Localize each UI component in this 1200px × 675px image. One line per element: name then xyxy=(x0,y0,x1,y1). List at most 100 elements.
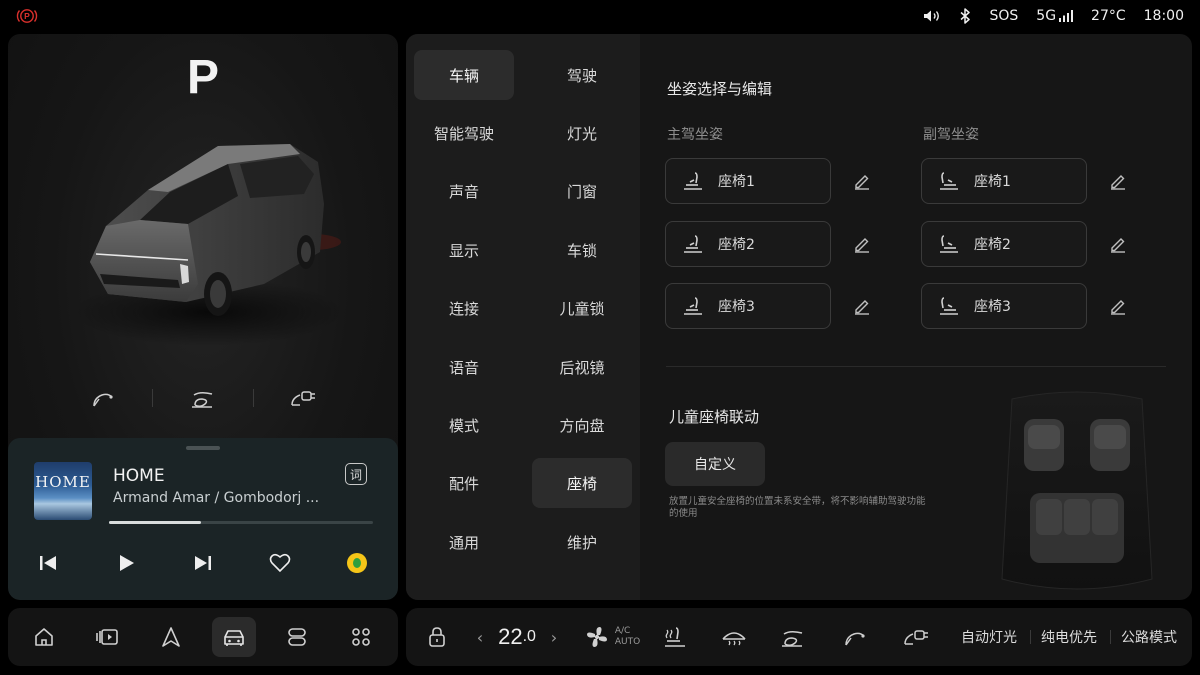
nav-item-accessories[interactable]: 配件 xyxy=(414,458,514,508)
media-icon[interactable] xyxy=(85,617,129,657)
nav-item-general[interactable]: 通用 xyxy=(414,517,514,567)
edit-icon[interactable] xyxy=(849,231,875,257)
child-seat-title: 儿童座椅联动 xyxy=(669,408,760,426)
signal-icon xyxy=(1059,10,1074,22)
clock: 18:00 xyxy=(1143,8,1184,24)
vehicle-panel: P HOME HOME Armand Amar / Gombodorj ... … xyxy=(8,34,398,600)
network-label: 5G xyxy=(1036,8,1057,24)
seat-icon xyxy=(682,234,708,254)
child-seat-hint: 放置儿童安全座椅的位置未系安全带，将不影响辅助驾驶功能的使用 xyxy=(669,496,926,519)
album-art[interactable]: HOME xyxy=(34,462,92,520)
separator xyxy=(152,389,154,407)
settings-panel: 车辆 智能驾驶 声音 显示 连接 语音 模式 配件 通用 驾驶 灯光 门窗 车锁… xyxy=(406,34,1192,600)
nav-item-lights[interactable]: 灯光 xyxy=(532,108,632,158)
lock-icon[interactable] xyxy=(424,620,450,654)
home-icon[interactable] xyxy=(22,617,66,657)
seat-label: 座椅1 xyxy=(974,174,1011,190)
nav-item-maintenance[interactable]: 维护 xyxy=(532,517,632,567)
passenger-seat-1-button[interactable]: 座椅1 xyxy=(921,158,1087,204)
separator xyxy=(1030,630,1031,644)
driver-seat-1-button[interactable]: 座椅1 xyxy=(665,158,831,204)
seat-heating-icon[interactable] xyxy=(658,620,692,654)
cabin-seats-image xyxy=(1001,391,1153,590)
fuel-door-icon[interactable] xyxy=(838,620,872,654)
seat-settings-content: 坐姿选择与编辑 主驾坐姿 副驾坐姿 座椅1 座椅2 座椅3 座椅1 座椅2 座椅… xyxy=(640,34,1192,600)
nav-item-sound[interactable]: 声音 xyxy=(414,166,514,216)
edit-icon[interactable] xyxy=(849,168,875,194)
track-title: HOME xyxy=(113,466,165,486)
gear-indicator: P xyxy=(186,51,219,104)
edit-icon[interactable] xyxy=(849,293,875,319)
previous-icon[interactable] xyxy=(31,546,65,580)
road-mode-button[interactable]: 公路模式 xyxy=(1116,620,1182,654)
power-socket-icon[interactable] xyxy=(899,620,933,654)
power-socket-icon[interactable] xyxy=(283,381,323,415)
car-icon[interactable] xyxy=(212,617,256,657)
next-icon[interactable] xyxy=(186,546,220,580)
nav-item-locks[interactable]: 车锁 xyxy=(532,225,632,275)
nav-item-steering-wheel[interactable]: 方向盘 xyxy=(532,400,632,450)
play-icon[interactable] xyxy=(109,546,143,580)
temperature-display[interactable]: 22.0 xyxy=(492,620,542,654)
bluetooth-icon[interactable] xyxy=(959,8,971,24)
seat-icon xyxy=(938,234,964,254)
separator xyxy=(1110,630,1111,644)
svg-text:P: P xyxy=(24,11,30,21)
park-brake-icon: P xyxy=(16,9,38,23)
seat-icon xyxy=(938,296,964,316)
edit-icon[interactable] xyxy=(1105,231,1131,257)
temp-increase-button[interactable]: › xyxy=(546,620,562,654)
progress-bar[interactable] xyxy=(109,521,373,524)
seat-label: 座椅1 xyxy=(718,174,755,190)
progress-fill xyxy=(109,521,202,524)
network-status: 5G xyxy=(1036,8,1074,24)
nav-item-display[interactable]: 显示 xyxy=(414,225,514,275)
fuel-door-icon[interactable] xyxy=(83,381,123,415)
pure-electric-button[interactable]: 纯电优先 xyxy=(1036,620,1102,654)
defrost-icon[interactable] xyxy=(717,620,751,654)
nav-item-smart-driving[interactable]: 智能驾驶 xyxy=(414,108,514,158)
edit-icon[interactable] xyxy=(1105,168,1131,194)
customize-button[interactable]: 自定义 xyxy=(665,442,765,486)
passenger-seat-2-button[interactable]: 座椅2 xyxy=(921,221,1087,267)
nav-item-mode[interactable]: 模式 xyxy=(414,400,514,450)
nav-item-driving[interactable]: 驾驶 xyxy=(532,50,632,100)
nav-item-vehicle[interactable]: 车辆 xyxy=(414,50,514,100)
speaker-icon[interactable] xyxy=(923,9,941,23)
apps-switch-icon[interactable] xyxy=(275,617,319,657)
temp-decrease-button[interactable]: ‹ xyxy=(472,620,488,654)
nav-item-seats[interactable]: 座椅 xyxy=(532,458,632,508)
auto-lights-button[interactable]: 自动灯光 xyxy=(956,620,1022,654)
seat-icon xyxy=(682,296,708,316)
edit-icon[interactable] xyxy=(1105,293,1131,319)
app-dock xyxy=(8,608,398,666)
charge-port-icon[interactable] xyxy=(183,381,223,415)
favorite-icon[interactable] xyxy=(263,546,297,580)
music-app-icon[interactable] xyxy=(340,546,374,580)
seat-label: 座椅2 xyxy=(718,237,755,253)
nav-item-doors-windows[interactable]: 门窗 xyxy=(532,166,632,216)
ac-auto-button[interactable]: A/C AUTO xyxy=(582,620,642,654)
seat-icon xyxy=(682,171,708,191)
track-artist: Armand Amar / Gombodorj ... xyxy=(113,490,318,506)
driver-seat-2-button[interactable]: 座椅2 xyxy=(665,221,831,267)
charge-port-icon[interactable] xyxy=(776,620,810,654)
driver-seat-3-button[interactable]: 座椅3 xyxy=(665,283,831,329)
ac-auto-label: A/C AUTO xyxy=(615,626,640,648)
vehicle-controls xyxy=(68,381,338,415)
lyrics-button[interactable]: 词 xyxy=(345,463,367,485)
section-title: 坐姿选择与编辑 xyxy=(667,80,773,98)
nav-item-connection[interactable]: 连接 xyxy=(414,283,514,333)
navigation-icon[interactable] xyxy=(149,617,193,657)
drag-handle[interactable] xyxy=(186,446,220,450)
app-grid-icon[interactable] xyxy=(339,617,383,657)
temperature-decimal: .0 xyxy=(522,628,536,645)
nav-item-voice[interactable]: 语音 xyxy=(414,342,514,392)
seat-label: 座椅2 xyxy=(974,237,1011,253)
nav-item-mirrors[interactable]: 后视镜 xyxy=(532,342,632,392)
album-art-title: HOME xyxy=(35,473,91,491)
nav-item-child-lock[interactable]: 儿童锁 xyxy=(532,283,632,333)
passenger-seat-3-button[interactable]: 座椅3 xyxy=(921,283,1087,329)
car-image xyxy=(73,144,343,346)
sos-label[interactable]: SOS xyxy=(989,8,1018,24)
